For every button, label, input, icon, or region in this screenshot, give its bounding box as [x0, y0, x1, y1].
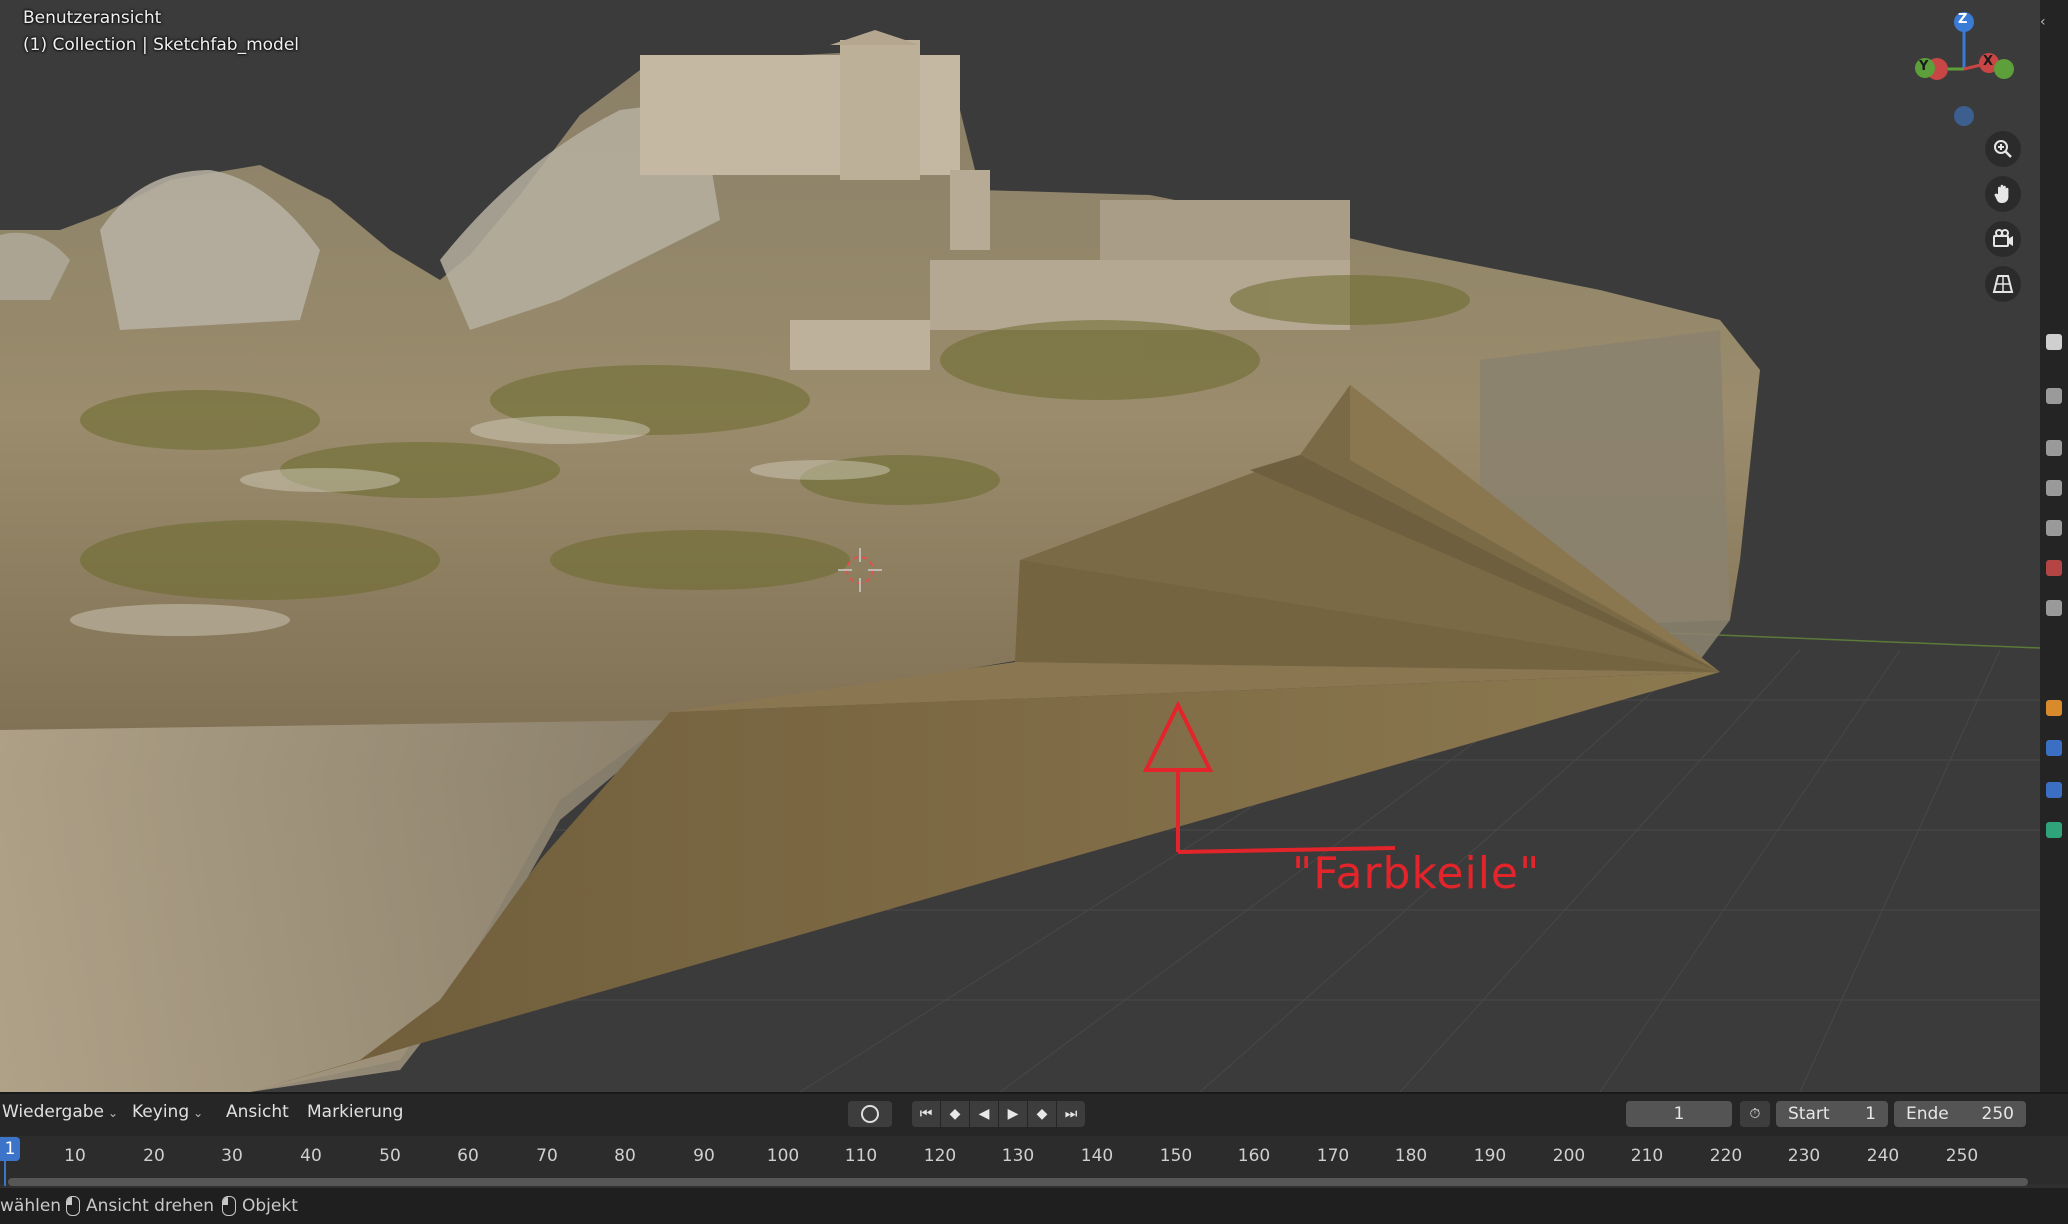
ruler-tick: 160	[1237, 1146, 1271, 1166]
record-circle-icon	[861, 1105, 879, 1123]
render-tab-icon[interactable]	[2046, 388, 2062, 404]
status-label: Ansicht drehen	[86, 1196, 215, 1216]
ruler-tick: 220	[1709, 1146, 1743, 1166]
ruler-tick: 140	[1080, 1146, 1114, 1166]
frame-ruler[interactable]: 10 20 30 40 50 60 70 80 90 100 110 120 1…	[0, 1136, 2068, 1184]
menu-label: Wiedergabe	[2, 1102, 105, 1122]
next-keyframe-icon[interactable]: ◆	[1028, 1101, 1056, 1127]
camera-icon[interactable]	[1985, 221, 2021, 257]
hand-pan-icon[interactable]	[1985, 176, 2021, 212]
gizmo-z-label[interactable]: Z	[1958, 12, 1967, 27]
start-label: Start	[1788, 1104, 1830, 1124]
axis-gizmo	[1915, 12, 2014, 126]
status-select: wählen	[0, 1196, 61, 1216]
grid-perspective-icon[interactable]	[1985, 266, 2021, 302]
menu-wiedergabe[interactable]: Wiedergabe ⌄	[2, 1102, 118, 1122]
ruler-tick: 190	[1473, 1146, 1507, 1166]
ruler-tick: 150	[1159, 1146, 1193, 1166]
physics-tab-icon[interactable]	[2046, 782, 2062, 798]
playhead[interactable]: 1	[0, 1137, 20, 1161]
ruler-tick: 250	[1945, 1146, 1979, 1166]
status-bar: wählen Ansicht drehen Objekt	[0, 1188, 2068, 1224]
ruler-tick: 70	[536, 1146, 558, 1166]
modifier-tab-icon[interactable]	[2046, 740, 2062, 756]
timeline-scrollbar[interactable]	[8, 1178, 2028, 1186]
start-frame-field[interactable]: Start 1	[1776, 1101, 1888, 1127]
ruler-tick: 170	[1316, 1146, 1350, 1166]
current-frame-field[interactable]: 1	[1626, 1101, 1732, 1127]
ruler-tick: 90	[693, 1146, 715, 1166]
end-frame-field[interactable]: Ende 250	[1894, 1101, 2026, 1127]
timeline-header: Wiedergabe ⌄ Keying ⌄ Ansicht Markierung ⏮…	[0, 1092, 2068, 1136]
scene-tab-icon[interactable]	[2046, 520, 2062, 536]
end-label: Ende	[1906, 1104, 1949, 1124]
ruler-tick: 40	[300, 1146, 322, 1166]
zoom-icon[interactable]	[1985, 131, 2021, 167]
ruler-tick: 180	[1394, 1146, 1428, 1166]
ruler-tick: 110	[844, 1146, 878, 1166]
stopwatch-icon[interactable]: ⏱	[1740, 1101, 1770, 1127]
start-value: 1	[1865, 1104, 1876, 1124]
jump-end-icon[interactable]: ⏭	[1057, 1101, 1085, 1127]
collapse-chevron-icon[interactable]: ‹	[2040, 14, 2046, 30]
constraints-tab-icon[interactable]	[2046, 822, 2062, 838]
menu-label: Markierung	[307, 1102, 404, 1122]
object-tab-icon[interactable]	[2046, 700, 2062, 716]
menu-label: Ansicht	[226, 1102, 289, 1122]
output-tab-icon[interactable]	[2046, 440, 2062, 456]
tool-tab-icon[interactable]	[2046, 334, 2062, 350]
jump-start-icon[interactable]: ⏮	[912, 1101, 940, 1127]
ruler-tick: 20	[143, 1146, 165, 1166]
mouse-icon	[66, 1196, 80, 1216]
menu-ansicht[interactable]: Ansicht	[226, 1102, 289, 1122]
auto-keying-toggle[interactable]	[848, 1101, 892, 1127]
status-label: Objekt	[242, 1196, 298, 1216]
ruler-tick: 210	[1630, 1146, 1664, 1166]
annotation-label: "Farbkeile"	[1292, 848, 1541, 899]
chevron-down-icon: ⌄	[108, 1106, 119, 1120]
status-rotate-view: Ansicht drehen	[66, 1196, 214, 1216]
ruler-tick: 200	[1552, 1146, 1586, 1166]
ruler-tick: 240	[1866, 1146, 1900, 1166]
scene-render	[0, 12, 2040, 1092]
playhead-line	[4, 1160, 6, 1186]
menu-keying[interactable]: Keying ⌄	[132, 1102, 203, 1122]
current-frame-value: 1	[1673, 1104, 1685, 1124]
gizmo-y-label[interactable]: Y	[1919, 59, 1928, 74]
ruler-tick: 60	[457, 1146, 479, 1166]
ruler-tick: 30	[221, 1146, 243, 1166]
mouse-icon	[222, 1196, 236, 1216]
collection-tab-icon[interactable]	[2046, 600, 2062, 616]
ruler-tick: 100	[766, 1146, 800, 1166]
world-tab-icon[interactable]	[2046, 560, 2062, 576]
ruler-tick: 80	[614, 1146, 636, 1166]
menu-markierung[interactable]: Markierung	[307, 1102, 403, 1122]
ruler-tick: 230	[1787, 1146, 1821, 1166]
view-name-label: Benutzeransicht	[23, 8, 162, 28]
collection-path-label: (1) Collection | Sketchfab_model	[23, 35, 300, 55]
prev-keyframe-icon[interactable]: ◆	[941, 1101, 969, 1127]
status-object: Objekt	[222, 1196, 298, 1216]
chevron-down-icon: ⌄	[193, 1106, 204, 1120]
3d-viewport[interactable]: Benutzeransicht (1) Collection | Sketchf…	[0, 0, 2040, 1092]
ruler-tick: 10	[64, 1146, 86, 1166]
status-label: wählen	[0, 1196, 62, 1216]
play-reverse-icon[interactable]: ◀	[970, 1101, 998, 1127]
ruler-tick: 130	[1001, 1146, 1035, 1166]
ruler-tick: 50	[379, 1146, 401, 1166]
properties-tab-strip: ‹	[2040, 0, 2068, 1092]
end-value: 250	[1981, 1104, 2014, 1124]
gizmo-x-label[interactable]: X	[1983, 54, 1993, 69]
play-icon[interactable]: ▶	[999, 1101, 1027, 1127]
menu-label: Keying	[132, 1102, 190, 1122]
ruler-tick: 120	[923, 1146, 957, 1166]
view-layer-tab-icon[interactable]	[2046, 480, 2062, 496]
